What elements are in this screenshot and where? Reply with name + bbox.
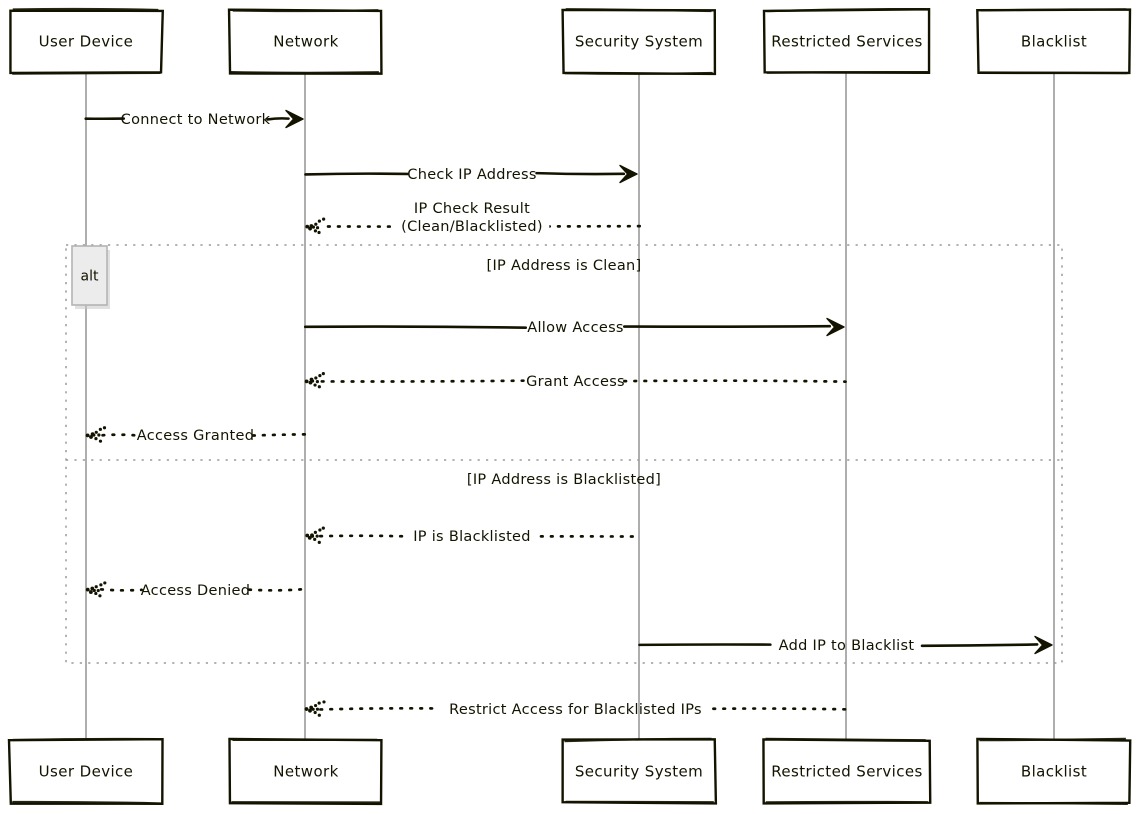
participant-box-user-device-bottom[interactable]: User Device [7, 737, 164, 805]
actor-boxes-top-group: User Device Network Security System Restric… [9, 7, 1132, 76]
participant-box-network-top[interactable]: Network [227, 8, 383, 75]
participant-box-user-device-top[interactable]: User Device [9, 7, 165, 75]
participant-box-restricted-services-bottom[interactable]: Restricted Services [762, 737, 932, 805]
sequence-diagram-root: [IP Address is Clean] [IP Address is Blac… [0, 0, 1138, 814]
participant-label-network: Network [273, 763, 338, 781]
diagram-canvas: [IP Address is Clean] [IP Address is Blac… [7, 7, 1132, 806]
participant-label-restricted-services: Restricted Services [771, 33, 923, 51]
message-check-ip-address: Check IP Address [304, 164, 638, 184]
message-access-denied: Access Denied [85, 581, 306, 599]
participant-label-security-system: Security System [575, 33, 703, 51]
message-label: Connect to Network [121, 112, 271, 128]
participant-box-security-system-top[interactable]: Security System [561, 8, 717, 76]
participant-label-blacklist: Blacklist [1021, 33, 1087, 51]
alt-condition-label: [IP Address is Blacklisted] [467, 472, 661, 488]
participant-label-user-device: User Device [39, 33, 134, 51]
participant-label-security-system: Security System [575, 763, 703, 781]
message-add-ip-to-blacklist: Add IP to Blacklist [638, 635, 1053, 655]
alt-keyword-label: alt [81, 269, 99, 285]
participant-label-blacklist: Blacklist [1021, 763, 1087, 781]
message-restrict-access-for-blacklisted-ips: Restrict Access for Blacklisted IPs [304, 700, 847, 718]
participant-box-blacklist-top[interactable]: Blacklist [976, 8, 1132, 75]
participant-label-user-device: User Device [39, 763, 134, 781]
alt-section-clean: [IP Address is Clean] [487, 258, 642, 274]
participant-box-security-system-bottom[interactable]: Security System [561, 737, 718, 805]
message-label: Check IP Address [407, 167, 536, 183]
alt-block-frame: [IP Address is Clean] [IP Address is Blac… [65, 244, 1063, 664]
participant-label-restricted-services: Restricted Services [771, 763, 923, 781]
alt-condition-label: [IP Address is Clean] [487, 258, 642, 274]
message-label: Restrict Access for Blacklisted IPs [449, 702, 702, 718]
actor-boxes-bottom-group: User Device Network Security System Restric… [7, 737, 1132, 806]
arrowhead-dotted-icon [305, 217, 326, 235]
message-ip-is-blacklisted: IP is Blacklisted [305, 526, 641, 545]
alt-section-blacklisted: [IP Address is Blacklisted] [467, 472, 661, 488]
participant-box-blacklist-bottom[interactable]: Blacklist [976, 737, 1132, 806]
messages-group: Connect to Network Check IP Address IP Che… [84, 109, 1053, 718]
participant-label-network: Network [273, 33, 338, 51]
message-allow-access: Allow Access [303, 317, 845, 337]
message-label: Access Granted [137, 428, 255, 444]
message-label: IP Check Result [414, 201, 530, 217]
alt-frame-group: [IP Address is Clean] [IP Address is Blac… [65, 244, 1063, 664]
message-label: Access Denied [141, 583, 251, 599]
alt-label-group: alt [71, 245, 110, 309]
participant-box-network-bottom[interactable]: Network [228, 737, 383, 806]
message-label-line2: (Clean/Blacklisted) [401, 219, 543, 235]
alt-keyword-badge: alt [71, 245, 110, 309]
message-label: Allow Access [527, 320, 624, 336]
message-grant-access: Grant Access [304, 372, 847, 390]
participant-box-restricted-services-top[interactable]: Restricted Services [762, 7, 931, 75]
message-ip-check-result: IP Check Result (Clean/Blacklisted) [305, 199, 642, 235]
message-access-granted: Access Granted [85, 426, 307, 444]
message-label: IP is Blacklisted [413, 529, 531, 545]
message-label: Add IP to Blacklist [779, 638, 915, 654]
message-connect-to-network: Connect to Network [84, 109, 304, 129]
message-label: Grant Access [526, 374, 625, 390]
